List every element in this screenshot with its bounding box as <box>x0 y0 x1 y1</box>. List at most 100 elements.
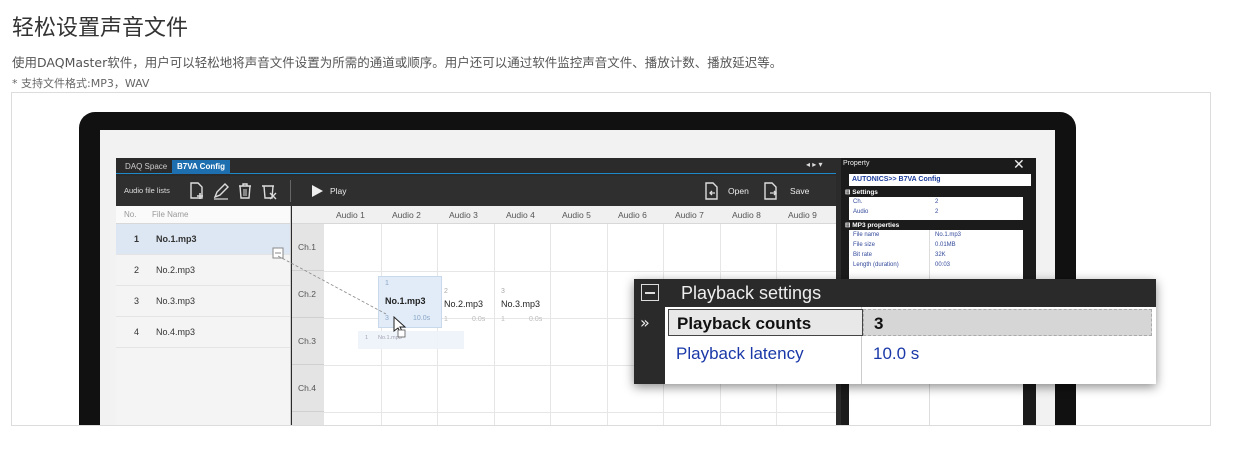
prop-key: Audio <box>853 209 869 215</box>
collapse-icon[interactable] <box>641 284 659 301</box>
tab-b7va-config[interactable]: B7VA Config <box>172 160 230 174</box>
cell-latency: 0.0s <box>529 316 543 323</box>
screenshot-frame: DAQ Space B7VA Config ◂ ▸ ▾ Audio file l… <box>11 92 1211 426</box>
grid-line <box>324 412 836 413</box>
settings-section-label[interactable]: ⊟ Settings <box>845 188 878 196</box>
playback-counts-row[interactable]: Playback counts 3 <box>665 307 1156 338</box>
col-audio-2: Audio 2 <box>392 210 421 220</box>
prop-key: File name <box>853 232 880 238</box>
prop-key: File size <box>853 242 876 248</box>
row-ch3: Ch.3 <box>292 318 324 365</box>
edit-icon[interactable] <box>212 182 230 200</box>
save-icon[interactable] <box>762 182 780 200</box>
prop-value: 32K <box>935 252 946 258</box>
file-name: No.3.mp3 <box>156 296 196 306</box>
file-name: No.4.mp3 <box>156 327 196 337</box>
page-description: 使用DAQMaster软件，用户可以轻松地将声音文件设置为所需的通道或顺序。用户… <box>12 55 783 70</box>
row-pointer-icon: » <box>640 313 650 332</box>
file-no: 1 <box>134 234 140 244</box>
settings-box: Ch. 2 Audio 2 <box>849 197 1023 220</box>
open-button[interactable]: Open <box>728 186 749 196</box>
audio-cell[interactable]: 2 No.2.mp3 1 0.0s <box>442 280 498 326</box>
playback-latency-label: Playback latency <box>676 344 804 363</box>
col-audio-1: Audio 1 <box>336 210 365 220</box>
col-file-name-header: File Name <box>152 210 189 219</box>
row-ch4-label: Ch.4 <box>298 383 316 393</box>
popup-title: Playback settings <box>681 283 822 303</box>
delete-all-icon[interactable] <box>260 182 278 200</box>
toolbar: Audio file lists Play Open Save <box>116 176 836 206</box>
file-list-header: No. File Name <box>116 206 290 224</box>
prop-value: No.1.mp3 <box>935 232 962 238</box>
cell-file-name: No.2.mp3 <box>444 299 484 309</box>
drag-ghost: 1 No.1.mp3 <box>358 331 464 349</box>
prop-value: 2 <box>935 199 939 205</box>
col-audio-5: Audio 5 <box>562 210 591 220</box>
list-item[interactable]: 2 No.2.mp3 <box>116 255 290 286</box>
prop-key: Ch. <box>853 199 863 205</box>
row-ch5 <box>292 412 324 425</box>
grid-line <box>324 271 836 272</box>
prop-value: 0.01MB <box>935 242 956 248</box>
prop-value: 00:03 <box>935 262 951 268</box>
cell-index: 3 <box>501 288 505 295</box>
grid-line <box>607 224 608 425</box>
col-audio-4: Audio 4 <box>506 210 535 220</box>
file-no: 2 <box>134 265 140 275</box>
prop-key: Bit rate <box>853 252 873 258</box>
cell-count: 1 <box>444 316 448 323</box>
col-audio-9: Audio 9 <box>788 210 817 220</box>
audio-file-list: No. File Name 1 No.1.mp3 2 No.2.mp3 3 No… <box>116 206 291 425</box>
cell-index: 2 <box>444 288 448 295</box>
file-name: No.2.mp3 <box>156 265 196 275</box>
popup-header: Playback settings <box>634 279 1156 307</box>
mp3-section-text: MP3 properties <box>852 222 900 229</box>
delete-icon[interactable] <box>236 182 254 200</box>
close-icon[interactable]: ✕ <box>1013 156 1025 173</box>
open-icon[interactable] <box>702 182 720 200</box>
save-button[interactable]: Save <box>790 186 809 196</box>
list-item[interactable]: 4 No.4.mp3 <box>116 317 290 348</box>
toolbar-separator <box>290 180 291 202</box>
prop-key: Length (duration) <box>853 262 899 268</box>
property-path: AUTONICS>> B7VA Config <box>849 174 1031 186</box>
cell-count: 1 <box>501 316 505 323</box>
format-note: * 支持文件格式:MP3，WAV <box>12 77 150 90</box>
play-button[interactable]: Play <box>330 186 347 196</box>
file-no: 3 <box>134 296 140 306</box>
row-ch4: Ch.4 <box>292 365 324 412</box>
drag-cursor-icon <box>393 316 407 338</box>
cell-file-name: No.3.mp3 <box>501 299 541 309</box>
add-file-icon[interactable] <box>188 182 206 200</box>
row-ch3-label: Ch.3 <box>298 336 316 346</box>
list-item[interactable]: 3 No.3.mp3 <box>116 286 290 317</box>
playback-latency-value[interactable]: 10.0 s <box>863 340 1152 367</box>
playback-counts-input[interactable]: 3 <box>863 309 1152 336</box>
col-audio-6: Audio 6 <box>618 210 647 220</box>
settings-section-text: Settings <box>852 189 878 196</box>
prop-value: 2 <box>935 209 939 215</box>
audio-file-lists-label: Audio file lists <box>124 186 170 195</box>
file-name: No.1.mp3 <box>156 234 197 244</box>
tab-scroll-arrows[interactable]: ◂ ▸ ▾ <box>806 160 823 169</box>
mp3-section-label[interactable]: ⊟ MP3 properties <box>845 221 899 229</box>
ghost-index: 1 <box>365 335 369 341</box>
col-audio-3: Audio 3 <box>449 210 478 220</box>
tab-bar: DAQ Space B7VA Config ◂ ▸ ▾ <box>116 158 836 174</box>
property-title: Property <box>843 160 870 167</box>
row-ch1-label: Ch.1 <box>298 242 316 252</box>
audio-cell[interactable]: 3 No.3.mp3 1 0.0s <box>499 280 555 326</box>
playback-settings-popup: Playback settings » Playback counts 3 Pl… <box>634 279 1156 384</box>
drag-path-line <box>278 255 387 315</box>
grid-header: Audio 1 Audio 2 Audio 3 Audio 4 Audio 5 … <box>292 206 836 224</box>
col-audio-8: Audio 8 <box>732 210 761 220</box>
playback-counts-label: Playback counts <box>668 309 863 336</box>
cell-latency: 10.0s <box>413 315 431 322</box>
col-no-header: No. <box>124 210 137 219</box>
playback-latency-row[interactable]: Playback latency 10.0 s <box>665 338 1156 369</box>
list-item[interactable]: 1 No.1.mp3 <box>116 224 290 255</box>
popup-side-bar: » <box>634 307 665 384</box>
play-icon[interactable] <box>308 182 326 200</box>
tab-daq-space[interactable]: DAQ Space <box>120 160 172 174</box>
col-audio-7: Audio 7 <box>675 210 704 220</box>
